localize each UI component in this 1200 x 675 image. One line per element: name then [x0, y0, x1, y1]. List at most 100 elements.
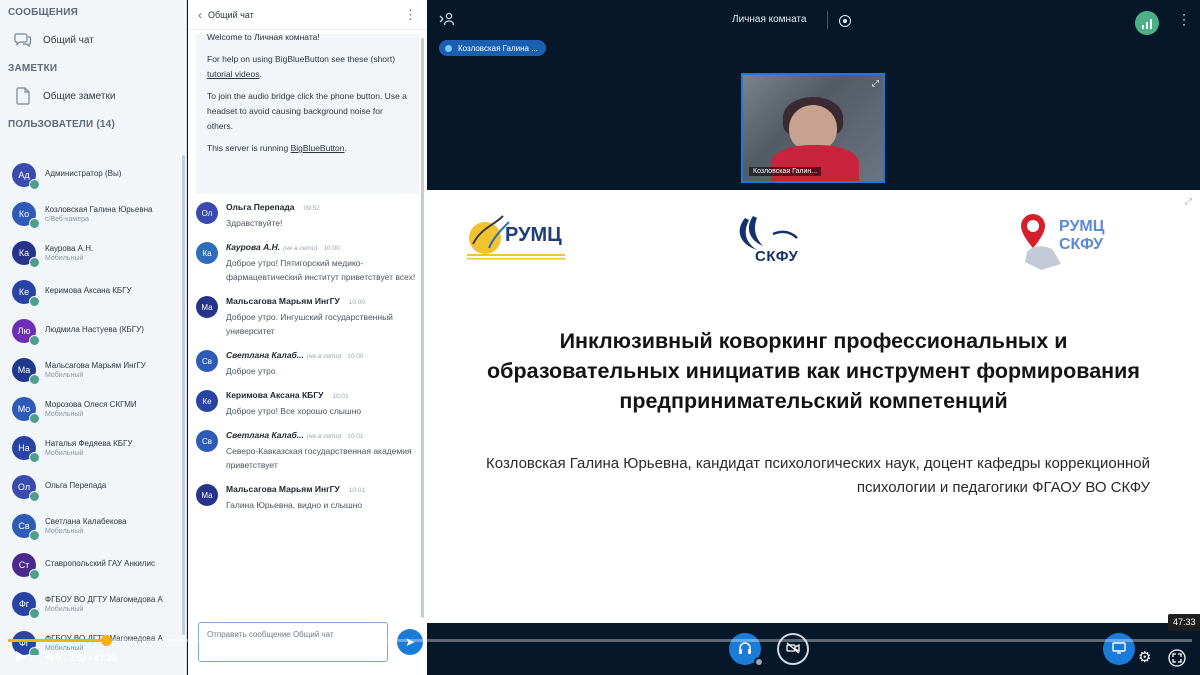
user-status-badge: [29, 607, 40, 619]
user-name: Ставропольский ГАУ Анкилис: [45, 559, 155, 568]
bigbluebutton-link[interactable]: BigBlueButton: [291, 143, 345, 153]
message-body: Светлана Калаб... (не в сети) 10:00 Доброе …: [226, 350, 419, 378]
user-initials: Лю: [17, 325, 31, 336]
settings-gear-icon[interactable]: ⚙: [1138, 648, 1151, 666]
welcome-help-end: .: [259, 69, 262, 79]
chevron-left-icon[interactable]: ‹: [198, 8, 202, 22]
message-offline-tag: (не в сети): [306, 353, 342, 360]
user-list-item[interactable]: Св Светлана Калабекова Мобильный: [0, 506, 186, 545]
welcome-message: Welcome to Личная комната! For help on u…: [196, 34, 419, 194]
rumc-logo-1: РУМЦ: [463, 208, 567, 268]
message-sender: Светлана Калаб...: [226, 350, 304, 360]
user-name: Ольга Перепада: [45, 481, 107, 490]
chat-scrollbar[interactable]: [421, 38, 424, 618]
user-subtitle: Мобильный: [45, 449, 84, 457]
user-text: Администратор (Вы): [45, 169, 121, 180]
chat-message: Ка Каурова А.Н. (не в сети) 10:00 Доброе утр…: [196, 234, 419, 288]
user-list-item[interactable]: Лю Людмила Настуева (КБГУ): [0, 311, 186, 350]
player-fullscreen-icon[interactable]: [1168, 649, 1186, 670]
message-header: Керимова Аксана КБГУ 10:01: [226, 390, 419, 400]
volume-icon[interactable]: [45, 650, 61, 667]
message-initials: Ма: [201, 302, 213, 312]
user-list-item[interactable]: Мо Морозова Олеся СКГМИ Мобильный: [0, 389, 186, 428]
message-text: Доброе утро. Ингушский государственный у…: [226, 312, 393, 336]
message-sender: Керимова Аксана КБГУ: [226, 390, 324, 400]
seek-bar[interactable]: [8, 635, 1192, 646]
more-vertical-icon[interactable]: ⋮: [404, 7, 417, 23]
message-header: Светлана Калаб... (не в сети) 10:00: [226, 350, 419, 360]
user-avatar: Фг: [12, 591, 40, 619]
play-icon[interactable]: [15, 650, 27, 667]
user-list-item[interactable]: Ст Ставропольский ГАУ Анкилис: [0, 545, 186, 584]
welcome-audio-hint: To join the audio bridge click the phone…: [207, 91, 407, 131]
chat-bubbles-icon: [12, 29, 34, 51]
presentation-button[interactable]: [1103, 633, 1135, 665]
user-initials: Мо: [17, 403, 31, 414]
chat-messages: Ол Ольга Перепада 09:52 Здравствуйте! Ка Каур…: [188, 194, 427, 516]
slide-fullscreen-icon[interactable]: ⤢: [1185, 196, 1192, 207]
headphones-icon: [738, 641, 752, 658]
fullscreen-icon[interactable]: ⤢: [872, 78, 879, 89]
webcam-video[interactable]: Козловская Галин... ⤢: [741, 73, 885, 183]
document-icon: [12, 85, 34, 107]
message-initials: Ке: [202, 396, 212, 406]
user-list-item[interactable]: Ка Каурова А.Н. Мобильный: [0, 233, 186, 272]
options-menu-icon[interactable]: ⋮: [1177, 11, 1191, 28]
user-avatar: Лю: [12, 318, 40, 346]
message-initials: Св: [201, 356, 213, 366]
audio-status-dot: [754, 657, 764, 667]
tutorial-videos-link[interactable]: tutorial videos: [207, 69, 259, 79]
message-body: Светлана Калаб... (не в сети) 10:01 Северо-…: [226, 430, 419, 472]
user-subtitle: Мобильный: [45, 254, 84, 262]
public-chat-nav-item[interactable]: Общий чат: [0, 22, 186, 58]
welcome-help: For help on using BigBlueButton see thes…: [207, 52, 409, 82]
user-list-item[interactable]: Ол Ольга Перепада: [0, 467, 186, 506]
message-initials: Ка: [202, 248, 212, 258]
chat-message: Ма Мальсагова Марьям ИнгГУ 10:00 Доброе утр…: [196, 288, 419, 342]
user-text: Светлана Калабекова Мобильный: [45, 517, 127, 535]
user-list-item[interactable]: Ко Козловская Галина Юрьевна c/Веб-камера: [0, 194, 186, 233]
message-body: Каурова А.Н. (не в сети) 10:00 Доброе утро!…: [226, 242, 419, 284]
message-avatar: Ке: [196, 390, 218, 412]
user-list-item[interactable]: Ад Администратор (Вы): [0, 155, 186, 194]
message-time: 10:01: [332, 393, 349, 400]
user-text: Наталья Федяева КБГУ Мобильный: [45, 439, 132, 457]
user-name: Мальсагова Марьям ИнгГУ: [45, 360, 146, 370]
recording-indicator-icon[interactable]: [839, 15, 851, 27]
welcome-server: This server is running BigBlueButton.: [207, 141, 409, 156]
toggle-userlist-icon[interactable]: [439, 12, 455, 29]
talking-indicator[interactable]: Козловская Галина ...: [439, 40, 546, 56]
user-initials: Ко: [18, 208, 30, 219]
user-name: Козловская Галина Юрьевна: [45, 204, 153, 214]
user-list-scrollbar[interactable]: [182, 155, 185, 635]
message-header: Мальсагова Марьям ИнгГУ 10:01: [226, 484, 419, 494]
video-button[interactable]: [777, 633, 809, 665]
message-text: Здравствуйте!: [226, 218, 283, 228]
user-status-badge: [29, 490, 40, 502]
user-subtitle: c/Веб-камера: [45, 215, 89, 223]
topbar-divider: [827, 11, 828, 29]
messages-section-title: СООБЩЕНИЯ: [8, 7, 78, 18]
user-initials: Ол: [17, 481, 31, 492]
user-list-item[interactable]: На Наталья Федяева КБГУ Мобильный: [0, 428, 186, 467]
connection-status-icon[interactable]: [1135, 11, 1159, 35]
user-subtitle: Мобильный: [45, 371, 84, 379]
message-time: 10:01: [348, 487, 366, 494]
audio-button[interactable]: [729, 633, 764, 667]
shared-notes-nav-item[interactable]: Общие заметки: [0, 78, 186, 114]
user-avatar: Ст: [12, 552, 40, 580]
message-avatar: Ма: [196, 296, 218, 318]
user-name: Керимова Аксана КБГУ: [45, 286, 132, 295]
message-avatar: Ма: [196, 484, 218, 506]
send-message-button[interactable]: ➤: [397, 629, 423, 655]
rumc-skfu-logo-text-b: СКФУ: [1059, 236, 1104, 253]
message-initials: Св: [201, 436, 213, 446]
seek-hover-time: 47:33: [1168, 614, 1200, 631]
message-initials: Ма: [201, 490, 213, 500]
chat-message-input[interactable]: Отправить сообщение Общий чат: [198, 622, 388, 662]
user-list-item[interactable]: Ке Керимова Аксана КБГУ: [0, 272, 186, 311]
user-list-item[interactable]: Фг ФГБОУ ВО ДГТУ Магомедова А Мобильный: [0, 584, 186, 623]
user-status-badge: [29, 334, 40, 346]
user-list-item[interactable]: Ма Мальсагова Марьям ИнгГУ Мобильный: [0, 350, 186, 389]
presentation-icon: [1112, 641, 1126, 657]
